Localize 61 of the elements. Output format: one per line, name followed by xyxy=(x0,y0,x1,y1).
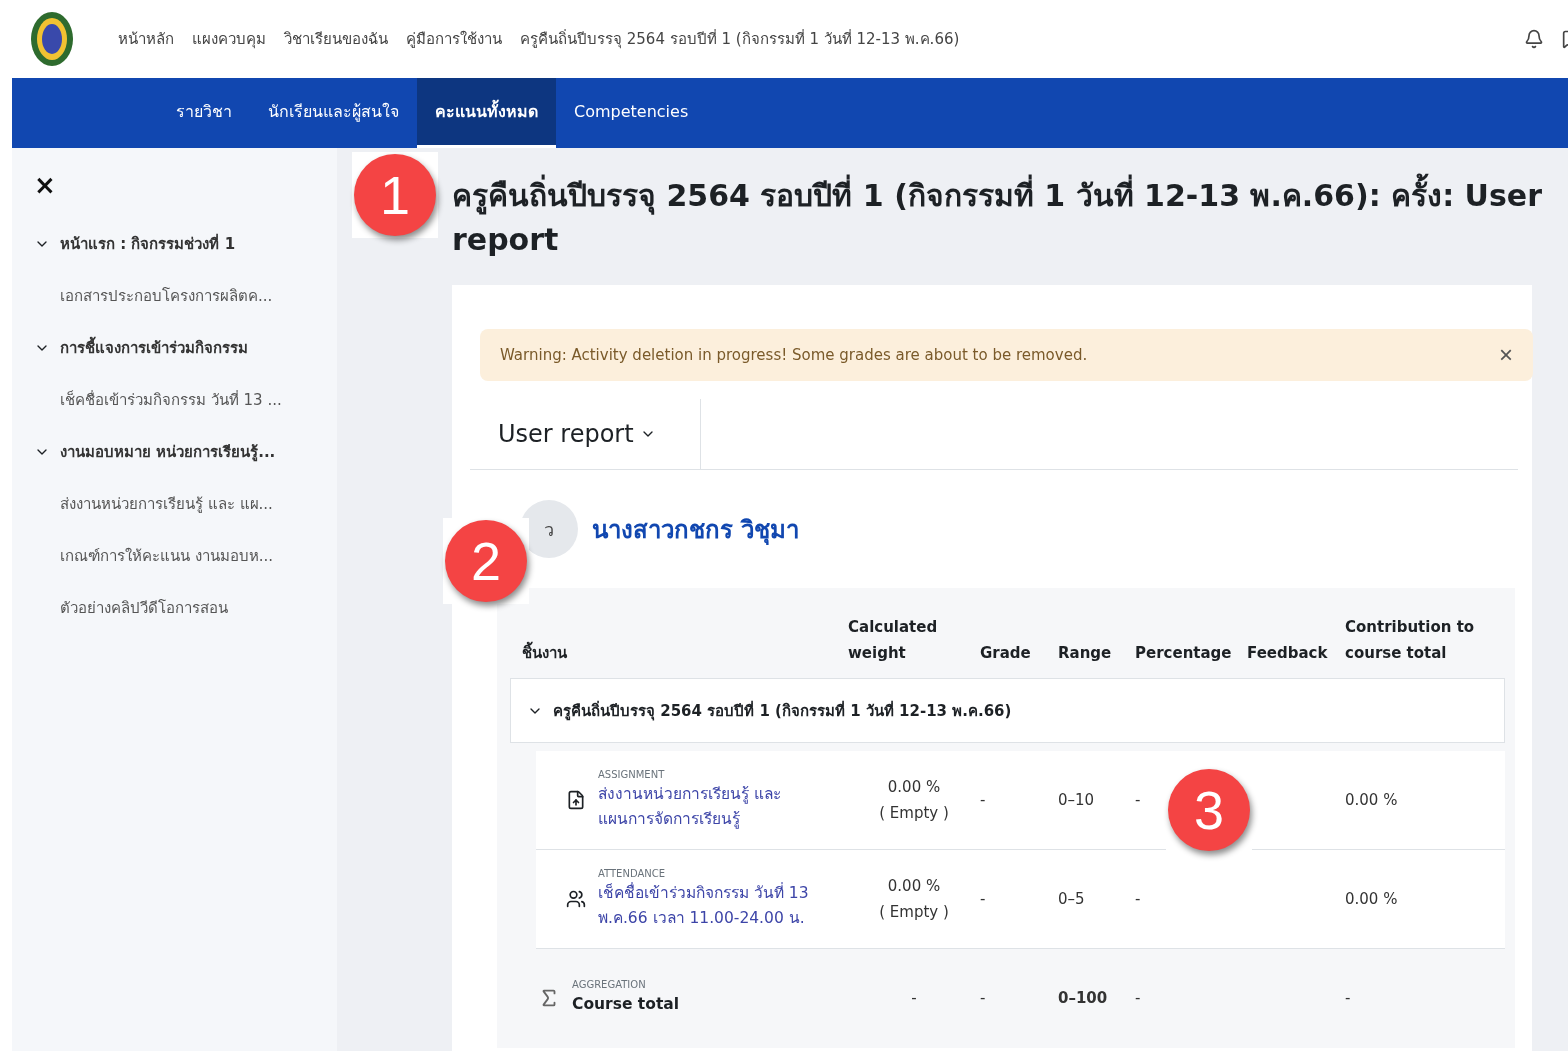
file-upload-icon xyxy=(566,790,586,810)
emblem-logo[interactable] xyxy=(30,11,74,67)
percentage-cell-text: - xyxy=(1135,889,1141,910)
item-type-label: AGGREGATION xyxy=(572,979,647,990)
callout-marker: 2 xyxy=(445,520,527,602)
top-nav-link[interactable]: วิชาเรียนของฉัน xyxy=(284,27,388,51)
section-title[interactable]: หน้าแรก : กิจกรรมช่วงที่ 1 xyxy=(60,232,236,256)
top-nav-link[interactable]: แผงควบคุม xyxy=(192,27,266,51)
weight-cell-text: ( Empty ) xyxy=(879,902,949,923)
column-header: Contribution to course total xyxy=(1345,617,1475,664)
column-header: Calculated weight xyxy=(848,617,939,664)
range-cell-text: 0–10 xyxy=(1058,790,1095,811)
course-nav-tab[interactable]: รายวิชา xyxy=(158,78,250,148)
activity-link[interactable]: ส่งงานหน่วยการเรียนรู้ และ แผ... xyxy=(60,492,337,516)
total-label: Course total xyxy=(572,994,680,1015)
alert-message: Warning: Activity deletion in progress! Some grades are about to be removed. xyxy=(500,346,1088,364)
grade-cell-text: - xyxy=(980,889,986,910)
percentage-cell-text: - xyxy=(1135,988,1141,1009)
section-title[interactable]: การชี้แจงการเข้าร่วมกิจกรรม xyxy=(60,336,248,360)
grade-item-link[interactable]: เช็คชื่อเข้าร่วมกิจกรรม วันที่ 13 พ.ค.66 เวลา 11.00-24.00 น. xyxy=(598,880,823,931)
weight-cell-text: 0.00 % xyxy=(887,777,941,798)
column-header: Range xyxy=(1058,643,1113,664)
category-name: ครูคืนถิ่นปีบรรจุ 2564 รอบปีที่ 1 (กิจกรรมที่ 1 วันที่ 12-13 พ.ค.66) xyxy=(553,699,1012,723)
contribution-cell-text: 0.00 % xyxy=(1345,889,1398,910)
range-cell-text: 0–100 xyxy=(1058,988,1108,1009)
people-icon xyxy=(566,889,586,909)
column-header: Percentage xyxy=(1135,643,1233,664)
weight-cell-text: - xyxy=(911,988,917,1009)
percentage-cell-text: - xyxy=(1135,790,1141,811)
top-nav-link[interactable]: ครูคืนถิ่นปีบรรจุ 2564 รอบปีที่ 1 (กิจกรรมที่ 1 วันที่ 12-13 พ.ค.66) xyxy=(520,27,960,51)
activity-link[interactable]: เช็คชื่อเข้าร่วมกิจกรรม วันที่ 13 ... xyxy=(60,388,337,412)
top-nav-link[interactable]: คู่มือการใช้งาน xyxy=(406,27,502,51)
course-nav-tab[interactable]: Competencies xyxy=(556,78,707,148)
grade-item-link[interactable]: ส่งงานหน่วยการเรียนรู้ และ แผนการจัดการเรียนรู้ xyxy=(598,781,823,832)
close-drawer-button[interactable]: × xyxy=(34,172,56,198)
activity-link[interactable]: เอกสารประกอบโครงการผลิตค... xyxy=(60,284,337,308)
section-title[interactable]: งานมอบหมาย หน่วยการเรียนรู้... xyxy=(60,440,276,464)
column-header: Feedback xyxy=(1247,643,1329,664)
top-nav-link[interactable]: หน้าหลัก xyxy=(118,27,174,51)
column-header: Grade xyxy=(980,643,1032,664)
close-button[interactable]: × xyxy=(1499,341,1513,369)
weight-cell-text: 0.00 % xyxy=(887,876,941,897)
activity-link[interactable]: เกณฑ์การให้คะแนน งานมอบห... xyxy=(60,544,337,568)
report-selector[interactable]: User report xyxy=(498,399,701,469)
grade-cell-text: - xyxy=(980,790,986,811)
weight-cell-text: ( Empty ) xyxy=(879,803,949,824)
contribution-cell-text: - xyxy=(1345,988,1351,1009)
course-nav-tab[interactable]: คะแนนทั้งหมด xyxy=(417,78,556,148)
callout-marker: 1 xyxy=(354,154,436,236)
item-type-label: ASSIGNMENT xyxy=(598,768,666,780)
item-type-label: ATTENDANCE xyxy=(598,867,667,879)
user-name-link[interactable]: นางสาวกชกร วิชุมา xyxy=(592,509,800,549)
contribution-cell-text: 0.00 % xyxy=(1345,790,1398,811)
range-cell-text: 0–5 xyxy=(1058,889,1085,910)
notification-bell-icon[interactable] xyxy=(1524,29,1544,49)
course-nav-tab[interactable]: นักเรียนและผู้สนใจ xyxy=(250,78,417,148)
page-title: ครูคืนถิ่นปีบรรจุ 2564 รอบปีที่ 1 (กิจกรรมที่ 1 วันที่ 12-13 พ.ค.66): ครั้ง: User report xyxy=(452,174,1542,261)
activity-link[interactable]: ตัวอย่างคลิปวีดีโอการสอน xyxy=(60,596,337,620)
callout-marker: 3 xyxy=(1168,769,1250,851)
column-header: ชิ้นงาน xyxy=(510,640,822,666)
grade-cell-text: - xyxy=(980,988,986,1009)
